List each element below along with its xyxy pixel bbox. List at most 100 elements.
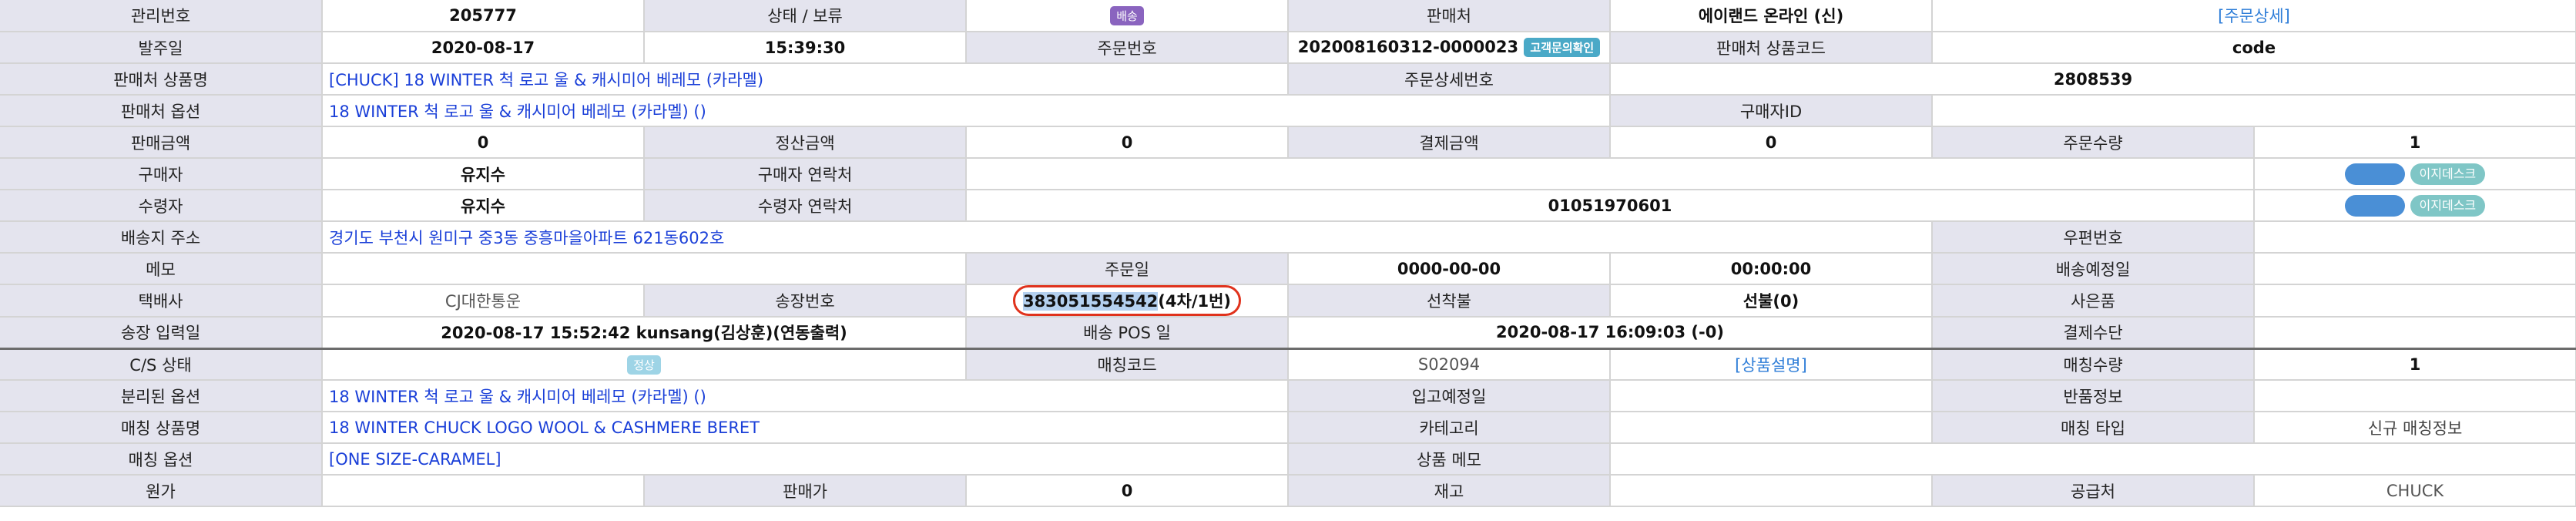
label: 주문상세번호 [1288,63,1611,96]
order-no: 202008160312-0000023 [1297,37,1519,56]
label: 발주일 [0,32,323,64]
label: 공급처 [1932,475,2255,507]
order-time: 15:39:30 [644,32,967,64]
order-detail-no: 2808539 [1610,63,2576,96]
order-day-time: 00:00:00 [1610,253,1933,285]
product-desc-link[interactable]: [상품설명] [1735,356,1807,375]
row-amounts: 판매금액 0 정산금액 0 결제금액 0 주문수량 1 [0,126,2576,159]
order-detail-link[interactable]: [주문상세] [2218,7,2290,25]
buyer-call-button[interactable] [2344,163,2405,185]
order-day: 0000-00-00 [1288,253,1611,285]
label: 매칭 옵션 [0,443,323,476]
cost [322,475,645,507]
row-courier: 택배사 CJ대한통운 송장번호 383051554542(4차/1번) 선착불 … [0,284,2576,318]
label: 관리번호 [0,0,323,32]
label: 메모 [0,253,323,285]
status-cell: 배송 [966,0,1289,32]
payment-method [2254,317,2576,350]
label: 매칭코드 [966,348,1289,381]
row-address: 배송지 주소 경기도 부천시 원미구 중3동 중흥마을아파트 621동602호 … [0,221,2576,254]
label: 분리된 옵션 [0,380,323,412]
row-memo: 메모 주문일 0000-00-00 00:00:00 배송예정일 [0,253,2576,285]
easydesk-button[interactable]: 이지데스크 [2410,194,2486,217]
label: 매칭 상품명 [0,412,323,444]
label: 송장 입력일 [0,317,323,350]
label: 결제금액 [1288,126,1611,159]
matching-code: S02094 [1288,348,1611,381]
label: 사은품 [1932,284,2255,318]
expected-stock-date [1610,380,1933,412]
row-matching-product: 매칭 상품명 18 WINTER CHUCK LOGO WOOL & CASHM… [0,412,2576,444]
matching-type: 신규 매칭정보 [2254,412,2576,444]
order-detail-link-cell: [주문상세] [1932,0,2576,32]
product-memo [1610,443,2576,476]
label: 구매자 [0,158,323,190]
label: 판매금액 [0,126,323,159]
receiver-name: 유지수 [322,190,645,222]
row-matching-option: 매칭 옵션 [ONE SIZE-CARAMEL] 상품 메모 [0,443,2576,476]
label: 판매처 상품코드 [1610,32,1933,64]
management-no: 205777 [322,0,645,32]
order-qty: 1 [2254,126,2576,159]
label: 결제수단 [1932,317,2255,350]
seller-option[interactable]: 18 WINTER 척 로고 울 & 캐시미어 베레모 (카라멜) () [322,95,1611,127]
sale-price: 0 [966,475,1289,507]
receiver-call-button[interactable] [2344,194,2405,217]
label: 선착불 [1288,284,1611,318]
label: 배송예정일 [1932,253,2255,285]
sale-amount: 0 [322,126,645,159]
label: 주문번호 [966,32,1289,64]
row-order-date: 발주일 2020-08-17 15:39:30 주문번호 20200816031… [0,32,2576,64]
seller-name: 에이랜드 온라인 (신) [1610,0,1933,32]
matching-option[interactable]: [ONE SIZE-CARAMEL] [322,443,1289,476]
label: 매칭수량 [1932,348,2255,381]
row-cost: 원가 판매가 0 재고 공급처 CHUCK [0,475,2576,507]
split-option[interactable]: 18 WINTER 척 로고 울 & 캐시미어 베레모 (카라멜) () [322,380,1289,412]
gift [2254,284,2576,318]
pos-date: 2020-08-17 16:09:03 (-0) [1288,317,1933,350]
label: 정산금액 [644,126,967,159]
label: 주문수량 [1932,126,2255,159]
receiver-actions: 이지데스크 [2254,190,2576,222]
supplier: CHUCK [2254,475,2576,507]
row-seller-product-name: 판매처 상품명 [CHUCK] 18 WINTER 척 로고 울 & 캐시미어 … [0,63,2576,96]
order-detail-table: 관리번호 205777 상태 / 보류 배송 판매처 에이랜드 온라인 (신) … [0,0,2576,507]
label: 구매자 연락처 [644,158,967,190]
invoice-no-highlight[interactable]: 383051554542(4차/1번) [1012,285,1242,315]
buyer-actions: 이지데스크 [2254,158,2576,190]
label: 재고 [1288,475,1611,507]
shipping-address[interactable]: 경기도 부천시 원미구 중3동 중흥마을아파트 621동602호 [322,221,1933,254]
seller-product-code: code [1932,32,2576,64]
seller-product-name[interactable]: [CHUCK] 18 WINTER 척 로고 울 & 캐시미어 베레모 (카라멜… [322,63,1289,96]
row-invoice-date: 송장 입력일 2020-08-17 15:52:42 kunsang(김상훈)(… [0,317,2576,350]
label: 상품 메모 [1288,443,1611,476]
customer-inquiry-badge[interactable]: 고객문의확인 [1524,38,1601,58]
buyer-contact [966,158,2255,190]
invoice-no[interactable]: 383051554542 [1022,292,1159,311]
stock [1610,475,1933,507]
row-cs-status: C/S 상태 정상 매칭코드 S02094 [상품설명] 매칭수량 1 [0,348,2576,381]
order-no-cell: 202008160312-0000023 고객문의확인 [1288,32,1611,64]
label: 카테고리 [1288,412,1611,444]
label: 택배사 [0,284,323,318]
label: 수령자 연락처 [644,190,967,222]
product-desc-cell: [상품설명] [1610,348,1933,381]
label: 구매자ID [1610,95,1933,127]
label: 상태 / 보류 [644,0,967,32]
row-seller-option: 판매처 옵션 18 WINTER 척 로고 울 & 캐시미어 베레모 (카라멜)… [0,95,2576,127]
settle-amount: 0 [966,126,1289,159]
matching-product-name[interactable]: 18 WINTER CHUCK LOGO WOOL & CASHMERE BER… [322,412,1289,444]
buyer-id [1932,95,2576,127]
status-badge: 배송 [1110,5,1144,25]
label: C/S 상태 [0,348,323,381]
invoice-no-cell: 383051554542(4차/1번) [966,284,1289,318]
label: 배송 POS 일 [966,317,1289,350]
label: 판매가 [644,475,967,507]
label: 반품정보 [1932,380,2255,412]
cs-status-cell: 정상 [322,348,967,381]
label: 배송지 주소 [0,221,323,254]
order-date: 2020-08-17 [322,32,645,64]
label: 주문일 [966,253,1289,285]
label: 송장번호 [644,284,967,318]
easydesk-button[interactable]: 이지데스크 [2410,163,2486,185]
